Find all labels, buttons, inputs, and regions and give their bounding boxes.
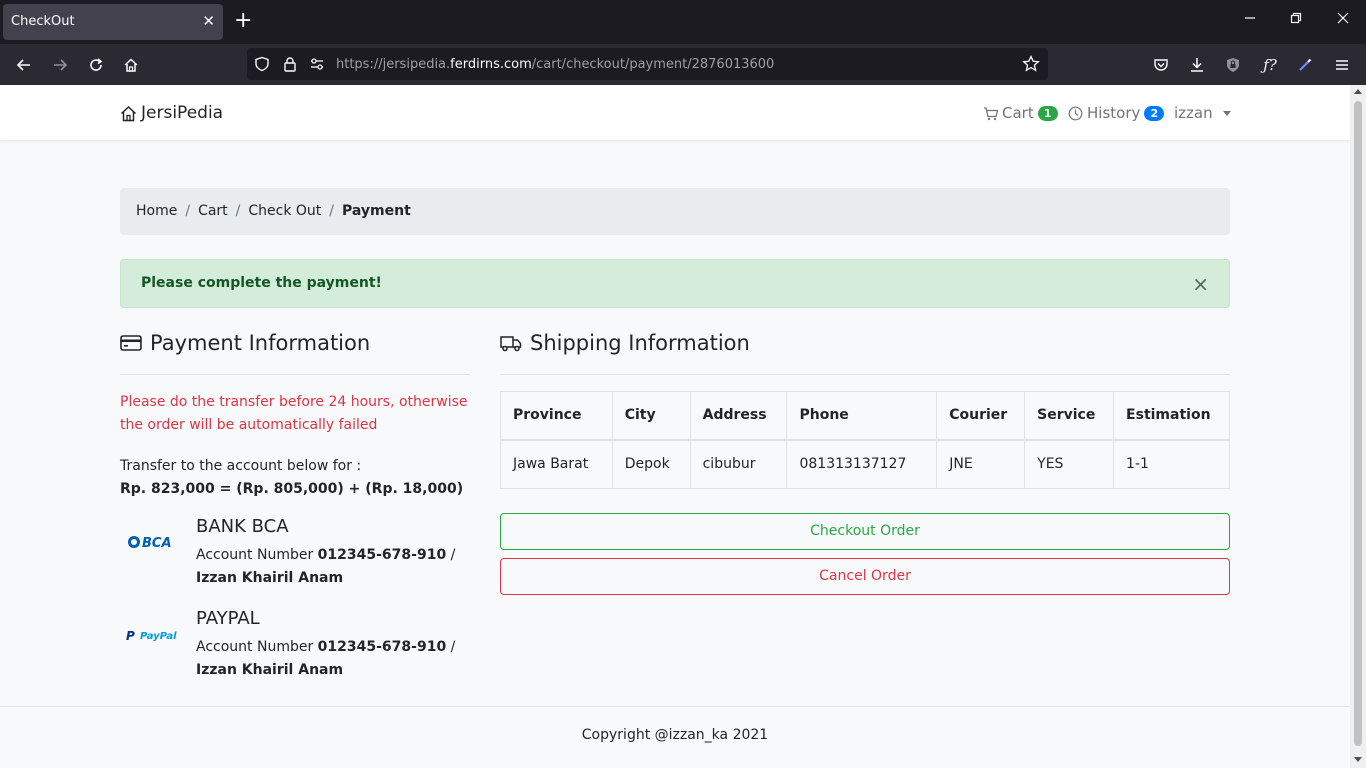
- credit-card-icon: [120, 335, 142, 351]
- breadcrumb-checkout[interactable]: Check Out: [248, 203, 321, 220]
- site-navbar: JersiPedia Cart 1 History 2 izzan: [0, 85, 1350, 140]
- alert-close-icon[interactable]: ×: [1192, 272, 1209, 296]
- tab-close-icon[interactable]: ✕: [202, 12, 215, 30]
- payment-section-title: Payment Information: [120, 331, 370, 355]
- user-name: izzan: [1174, 104, 1213, 122]
- breadcrumb: Home / Cart / Check Out / Payment: [120, 188, 1230, 235]
- checkout-order-button[interactable]: Checkout Order: [500, 513, 1230, 550]
- breadcrumb-separator: /: [235, 203, 241, 219]
- brand-name: JersiPedia: [141, 103, 224, 123]
- chevron-down-icon: [1222, 110, 1231, 116]
- shipping-divider: [500, 374, 1230, 375]
- transfer-label: Transfer to the account below for :: [120, 458, 362, 474]
- bank-name: BANK BCA: [196, 516, 289, 537]
- nav-cart-label: Cart: [1002, 104, 1034, 122]
- brand-link[interactable]: JersiPedia: [120, 103, 223, 123]
- page-footer: Copyright @izzan_ka 2021: [0, 706, 1350, 768]
- table-cell: Depok: [611, 439, 691, 489]
- shipping-section-title: Shipping Information: [500, 331, 750, 355]
- table-cell: cibubur: [689, 439, 788, 489]
- history-count-badge: 2: [1144, 105, 1165, 121]
- breadcrumb-payment: Payment: [342, 203, 411, 219]
- table-header: Address: [689, 391, 788, 441]
- table-header-row: Province City Address Phone Courier Serv…: [500, 391, 1230, 441]
- back-icon[interactable]: [11, 52, 37, 78]
- scroll-thumb[interactable]: [1354, 101, 1362, 746]
- nav-history-label: History: [1087, 104, 1141, 122]
- svg-text:BCA: BCA: [142, 536, 172, 551]
- copyright-text: Copyright @izzan_ka 2021: [581, 727, 769, 743]
- paypal-logo: P PayPal: [120, 622, 182, 646]
- table-cell: Jawa Barat: [500, 439, 613, 489]
- bookmark-star-icon[interactable]: [1022, 55, 1040, 73]
- page-scrollbar[interactable]: [1350, 85, 1366, 768]
- cart-icon: [984, 106, 998, 120]
- bank-account: Account Number 012345-678-910 / Izzan Kh…: [196, 547, 456, 586]
- user-dropdown[interactable]: izzan: [1174, 104, 1231, 122]
- browser-tab-bar: CheckOut ✕ +: [0, 0, 1366, 44]
- table-cell: YES: [1024, 439, 1115, 489]
- transfer-amount: Rp. 823,000 = (Rp. 805,000) + (Rp. 18,00…: [120, 481, 464, 497]
- page-viewport: JersiPedia Cart 1 History 2 izzan Home /…: [0, 85, 1350, 768]
- address-bar[interactable]: https://jersipedia.ferdirns.com/cart/che…: [247, 48, 1048, 80]
- shipping-table: Province City Address Phone Courier Serv…: [500, 391, 1230, 489]
- table-header: Service: [1024, 391, 1115, 441]
- url-text[interactable]: https://jersipedia.ferdirns.com/cart/che…: [336, 57, 774, 72]
- success-alert: Please complete the payment! ×: [120, 259, 1230, 308]
- browser-toolbar: https://jersipedia.ferdirns.com/cart/che…: [0, 44, 1366, 85]
- svg-text:P: P: [126, 629, 135, 643]
- bank-name: PAYPAL: [196, 608, 260, 629]
- table-header: Courier: [936, 391, 1026, 441]
- permissions-icon[interactable]: [308, 55, 326, 73]
- nav-history[interactable]: History 2: [1068, 104, 1165, 122]
- reload-icon[interactable]: [83, 52, 109, 78]
- breadcrumb-home[interactable]: Home: [136, 203, 177, 220]
- transfer-info: Transfer to the account below for : Rp. …: [120, 455, 470, 501]
- clock-icon: [1068, 106, 1083, 120]
- forward-icon[interactable]: [47, 52, 73, 78]
- truck-icon: [500, 336, 522, 352]
- home-icon[interactable]: [118, 52, 144, 78]
- close-window-icon[interactable]: [1337, 12, 1349, 28]
- svg-text:PayPal: PayPal: [140, 631, 177, 642]
- scroll-down-icon[interactable]: [1354, 757, 1362, 762]
- shield-icon[interactable]: [253, 55, 271, 73]
- new-tab-icon[interactable]: +: [234, 9, 252, 33]
- cart-count-badge: 1: [1037, 105, 1058, 121]
- payment-warning: Please do the transfer before 24 hours, …: [120, 394, 468, 433]
- table-cell: 081313137127: [786, 439, 938, 489]
- alert-message: Please complete the payment!: [141, 275, 382, 291]
- scroll-up-icon[interactable]: [1354, 89, 1362, 94]
- table-cell: 1-1: [1113, 439, 1230, 489]
- bank-account: Account Number 012345-678-910 / Izzan Kh…: [196, 639, 456, 678]
- table-cell: JNE: [936, 439, 1026, 489]
- breadcrumb-separator: /: [329, 203, 335, 219]
- downloads-icon[interactable]: [1184, 52, 1210, 78]
- breadcrumb-separator: /: [185, 203, 191, 219]
- extension-shield-icon[interactable]: [1220, 52, 1246, 78]
- breadcrumb-cart[interactable]: Cart: [198, 203, 228, 220]
- minimize-icon[interactable]: [1244, 12, 1256, 28]
- cancel-order-button[interactable]: Cancel Order: [500, 558, 1230, 595]
- table-header: City: [611, 391, 691, 441]
- tab-title: CheckOut: [11, 14, 75, 29]
- bca-logo: BCA: [120, 530, 182, 554]
- home-icon: [120, 105, 137, 121]
- table-header: Phone: [786, 391, 938, 441]
- menu-icon[interactable]: [1329, 52, 1355, 78]
- color-picker-icon[interactable]: [1292, 52, 1318, 78]
- bank-bca: BCA BANK BCA Account Number 012345-678-9…: [120, 516, 470, 586]
- bank-paypal: P PayPal PAYPAL Account Number 012345-67…: [120, 608, 470, 678]
- browser-tab[interactable]: CheckOut ✕: [3, 4, 223, 40]
- table-header: Province: [500, 391, 613, 441]
- table-row: Jawa Barat Depok cibubur 081313137127 JN…: [500, 439, 1230, 489]
- font-finder-icon[interactable]: ƒ?: [1257, 52, 1283, 78]
- table-header: Estimation: [1113, 391, 1230, 441]
- pocket-icon[interactable]: [1148, 52, 1174, 78]
- nav-cart[interactable]: Cart 1: [983, 104, 1058, 122]
- payment-divider: [120, 374, 470, 375]
- lock-icon[interactable]: [281, 55, 299, 73]
- restore-icon[interactable]: [1290, 12, 1302, 28]
